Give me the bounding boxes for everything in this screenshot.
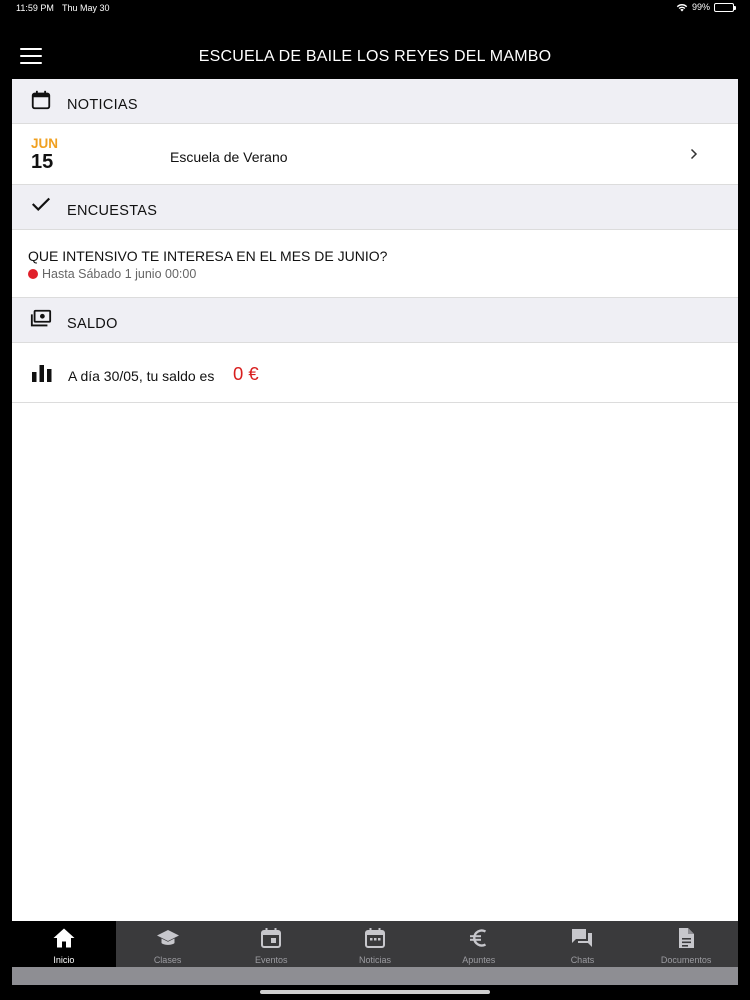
balance-section-header: SALDO: [12, 298, 738, 343]
chevron-right-icon: [690, 148, 698, 160]
poll-deadline: Hasta Sábado 1 junio 00:00: [28, 267, 196, 281]
wifi-icon: [676, 3, 688, 11]
calendar-icon: [365, 928, 386, 948]
balance-text: A día 30/05, tu saldo es: [68, 368, 215, 384]
bottom-strip: [12, 967, 738, 985]
status-date: Thu May 30: [62, 3, 110, 13]
tab-chats[interactable]: Chats: [531, 921, 635, 967]
news-section-title: NOTICIAS: [67, 97, 138, 113]
tab-apuntes[interactable]: Apuntes: [427, 921, 531, 967]
chat-icon: [572, 929, 593, 947]
euro-icon: [469, 929, 486, 947]
news-item-title: Escuela de Verano: [170, 149, 288, 165]
tab-bar: Inicio Clases Eventos Noticias Apuntes C…: [12, 921, 738, 967]
battery-percent: 99%: [691, 2, 710, 12]
battery-icon: [714, 2, 736, 12]
poll-question: QUE INTENSIVO TE INTERESA EN EL MES DE J…: [28, 248, 388, 264]
tab-eventos[interactable]: Eventos: [219, 921, 323, 967]
poll-item[interactable]: QUE INTENSIVO TE INTERESA EN EL MES DE J…: [12, 230, 738, 298]
bar-chart-icon: [32, 365, 52, 382]
calendar-icon: [31, 90, 51, 110]
document-icon: [679, 928, 695, 948]
balance-section-title: SALDO: [67, 316, 118, 332]
status-right: 99%: [676, 2, 736, 12]
tab-label: Clases: [153, 955, 182, 965]
money-icon: [30, 309, 52, 327]
graduation-cap-icon: [156, 930, 179, 945]
tab-noticias[interactable]: Noticias: [323, 921, 427, 967]
home-indicator[interactable]: [260, 990, 490, 994]
polls-section-header: ENCUESTAS: [12, 185, 738, 230]
home-icon: [53, 928, 75, 948]
top-navigation-bar: ESCUELA DE BAILE LOS REYES DEL MAMBO: [0, 18, 750, 78]
tab-label: Apuntes: [462, 955, 496, 965]
news-item-month: JUN: [31, 136, 59, 151]
app-title: ESCUELA DE BAILE LOS REYES DEL MAMBO: [198, 48, 552, 65]
news-item[interactable]: JUN 15 Escuela de Verano: [12, 124, 738, 185]
tab-inicio[interactable]: Inicio: [12, 921, 116, 967]
tab-label: Chats: [570, 955, 595, 965]
checkmark-icon: [31, 197, 51, 212]
news-section-header: NOTICIAS: [12, 79, 738, 124]
main-content: NOTICIAS JUN 15 Escuela de Verano ENCUES…: [12, 79, 738, 921]
tab-label: Eventos: [255, 955, 288, 965]
tab-clases[interactable]: Clases: [116, 921, 220, 967]
poll-deadline-text: Hasta Sábado 1 junio 00:00: [42, 267, 197, 281]
tab-label: Inicio: [53, 955, 75, 965]
status-bar: 11:59 PM Thu May 30 99%: [0, 0, 750, 18]
event-calendar-icon: [261, 928, 282, 948]
balance-amount: 0 €: [233, 363, 259, 384]
tab-label: Documentos: [660, 955, 712, 965]
polls-section-title: ENCUESTAS: [67, 203, 158, 219]
news-item-day: 15: [31, 151, 54, 173]
tab-label: Noticias: [359, 955, 392, 965]
status-time: 11:59 PM: [16, 3, 54, 13]
tab-documentos[interactable]: Documentos: [634, 921, 738, 967]
deadline-dot-icon: [28, 269, 38, 279]
balance-item: A día 30/05, tu saldo es 0 €: [12, 343, 738, 403]
